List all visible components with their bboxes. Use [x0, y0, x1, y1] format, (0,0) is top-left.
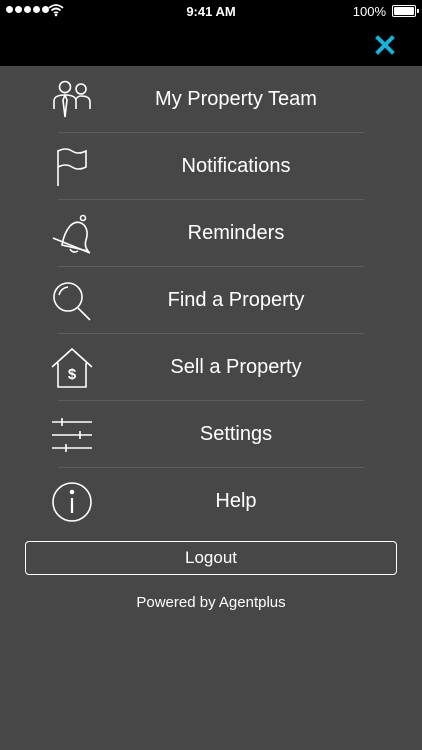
bell-off-icon [52, 214, 91, 254]
menu-item-sell-a-property[interactable]: $ Sell a Property [0, 334, 422, 401]
menu-item-find-a-property[interactable]: Find a Property [0, 267, 422, 334]
menu-item-label: Notifications [181, 155, 291, 177]
sliders-icon [52, 418, 92, 452]
menu-item-label: Settings [199, 423, 273, 445]
menu-item-settings[interactable]: Settings [0, 401, 422, 468]
svg-text:$: $ [68, 366, 77, 383]
battery-percentage: 100% [352, 4, 386, 19]
flag-icon [57, 148, 87, 186]
logout-button[interactable]: Logout [25, 541, 397, 575]
menu-item-my-property-team[interactable]: My Property Team [0, 66, 422, 133]
search-icon [53, 282, 91, 321]
status-bar: 9:41 AM 100% [0, 0, 422, 22]
powered-by-text: Powered by Agentplus [136, 594, 286, 611]
team-icon [53, 80, 91, 118]
menu-item-help[interactable]: Help [0, 468, 422, 535]
side-menu: My Property Team Notifications Reminders… [0, 66, 422, 535]
menu-item-reminders[interactable]: Reminders [0, 200, 422, 267]
battery-icon [392, 5, 419, 17]
menu-item-label: Sell a Property [170, 356, 302, 378]
info-icon [52, 482, 92, 522]
menu-item-label: Reminders [187, 222, 285, 244]
menu-item-label: Find a Property [167, 289, 305, 311]
menu-item-label: Help [215, 490, 257, 512]
nav-bar [0, 22, 422, 66]
menu-item-notifications[interactable]: Notifications [0, 133, 422, 200]
house-dollar-icon: $ [51, 347, 93, 388]
close-icon[interactable] [370, 30, 400, 60]
menu-item-label: My Property Team [155, 88, 317, 110]
